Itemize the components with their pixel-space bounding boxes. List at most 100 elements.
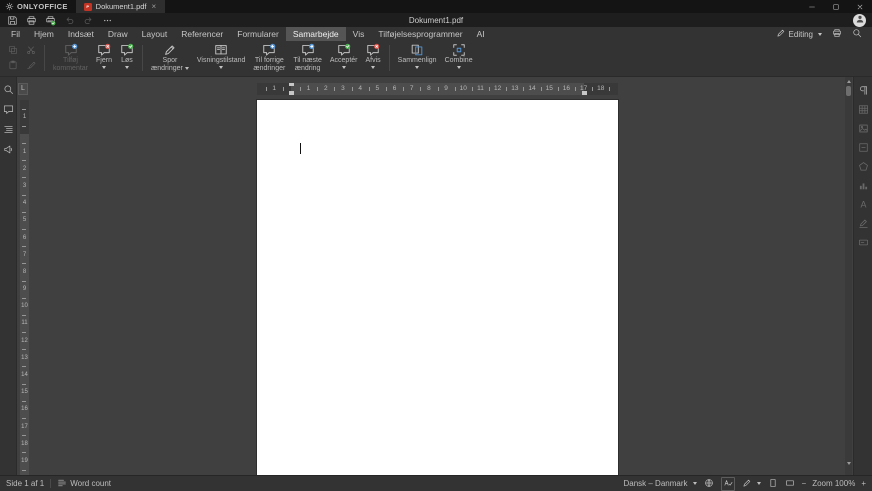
tab-tilf-jelsesprogrammer[interactable]: Tilføjelsesprogrammer (371, 27, 469, 41)
ruler-number: 12 (494, 85, 501, 93)
zoom-out-button[interactable]: − (802, 479, 807, 488)
fit-page-button[interactable] (768, 478, 778, 490)
more-button[interactable] (101, 14, 114, 26)
fit-width-button[interactable] (785, 478, 795, 490)
reject-change-button[interactable]: Afvis (361, 41, 384, 74)
ruler-tick (592, 87, 593, 91)
app-brand[interactable]: ONLYOFFICE (0, 0, 76, 13)
compare-group: SammenlignCombine (394, 42, 477, 73)
document-page[interactable] (257, 100, 618, 475)
resolve-comment-button[interactable]: Løs (116, 41, 138, 74)
ruler-tick (334, 87, 335, 91)
previous-change-button[interactable]: Til forrigeændringer (249, 41, 289, 74)
next-change-button[interactable]: Til næsteændring (289, 41, 326, 74)
panel-headings-button[interactable] (2, 123, 15, 136)
header-footer-settings-button[interactable] (856, 141, 870, 153)
minimize-button[interactable] (800, 0, 824, 13)
scroll-down-button[interactable] (845, 459, 852, 467)
compare-button[interactable]: Sammenlign (394, 41, 441, 74)
editing-mode-label: Editing (789, 30, 813, 39)
vertical-scrollbar[interactable] (845, 77, 852, 475)
track-changes-label: ændringer (151, 65, 189, 73)
shape-settings-button[interactable] (856, 160, 870, 172)
zoom-level[interactable]: Zoom 100% (812, 479, 855, 488)
image-settings-button[interactable] (856, 122, 870, 134)
status-right: Dansk – Danmark − Zoom 100% + (623, 477, 866, 491)
tab-formularer[interactable]: Formularer (230, 27, 286, 41)
tab-layout[interactable]: Layout (135, 27, 175, 41)
save-button[interactable] (6, 14, 19, 26)
table-settings-button[interactable] (856, 103, 870, 115)
ruler-tick (403, 87, 404, 91)
combine-icon (452, 42, 466, 57)
ruler-tick (22, 418, 26, 419)
fit-page-icon (768, 478, 778, 490)
comment-reject-icon (366, 42, 380, 57)
ruler-number: 9 (20, 286, 29, 292)
signature-settings-button[interactable] (856, 217, 870, 229)
track-changes-icon (163, 42, 177, 57)
track-changes-button[interactable]: Sporændringer (147, 41, 193, 74)
print-button[interactable] (25, 14, 38, 26)
language-selector[interactable]: Dansk – Danmark (623, 479, 696, 488)
indent-marker[interactable] (289, 91, 294, 95)
quick-print-button[interactable] (44, 14, 57, 26)
paragraph-settings-button[interactable] (856, 84, 870, 96)
next-change-label: ændring (295, 65, 321, 73)
window-tab-bar: ONLYOFFICE P Dokument1.pdf × (0, 0, 872, 13)
remove-comment-button[interactable]: Fjern (92, 41, 116, 74)
display-mode-button[interactable]: Visningstilstand (193, 41, 250, 74)
horizontal-ruler[interactable]: 1123456789101112131415161718 (257, 83, 618, 95)
print-button[interactable] (832, 28, 842, 40)
redo-button (82, 14, 95, 26)
track-changes-toggle[interactable] (742, 478, 761, 490)
text-art-settings-button[interactable]: A (856, 198, 870, 210)
chevron-down-icon (693, 482, 697, 485)
close-button[interactable] (848, 0, 872, 13)
chevron-down-icon (457, 66, 461, 69)
scroll-up-button[interactable] (845, 77, 852, 85)
display-mode-label: Visningstilstand (197, 57, 246, 65)
form-settings-button[interactable] (856, 236, 870, 248)
ruler-number: 14 (528, 85, 535, 93)
editing-mode-dropdown[interactable]: Editing (776, 28, 822, 40)
tab-samarbejde[interactable]: Samarbejde (286, 27, 346, 41)
ruler-number: 9 (444, 85, 448, 93)
text-cursor (300, 143, 301, 154)
panel-comments-button[interactable] (2, 103, 15, 116)
tab-ai[interactable]: AI (470, 27, 492, 41)
tab-close-icon[interactable]: × (151, 3, 158, 11)
combine-button[interactable]: Combine (441, 41, 477, 74)
search-button[interactable] (852, 28, 862, 40)
chevron-down-icon (125, 66, 129, 69)
indent-marker[interactable] (582, 91, 587, 95)
scroll-thumb[interactable] (846, 86, 851, 96)
ruler-number: 18 (20, 441, 29, 447)
tab-stop-selector[interactable]: L (18, 83, 28, 95)
document-language-button[interactable] (704, 478, 714, 490)
tab-fil[interactable]: Fil (4, 27, 27, 41)
tab-hjem[interactable]: Hjem (27, 27, 61, 41)
ruler-tick (523, 87, 524, 91)
spellcheck-toggle[interactable] (721, 477, 735, 491)
tab-inds-t[interactable]: Indsæt (61, 27, 101, 41)
tab-vis[interactable]: Vis (346, 27, 372, 41)
accept-change-button[interactable]: Acceptér (326, 41, 362, 74)
cut-button[interactable] (24, 43, 38, 57)
tab-referencer[interactable]: Referencer (174, 27, 230, 41)
panel-search-button[interactable] (2, 83, 15, 96)
paste-button[interactable] (6, 58, 20, 72)
document-tab[interactable]: P Dokument1.pdf × (76, 0, 166, 13)
tab-draw[interactable]: Draw (101, 27, 135, 41)
word-count-button[interactable]: Word count (57, 478, 111, 490)
copy-style-button[interactable] (24, 58, 38, 72)
user-avatar[interactable] (853, 14, 866, 27)
maximize-button[interactable] (824, 0, 848, 13)
copy-button[interactable] (6, 43, 20, 57)
page-number-indicator[interactable]: Side 1 af 1 (6, 479, 44, 488)
zoom-in-button[interactable]: + (861, 479, 866, 488)
indent-marker[interactable] (289, 83, 294, 86)
chart-settings-button[interactable] (856, 179, 870, 191)
panel-feedback-button[interactable] (2, 143, 15, 156)
vertical-ruler[interactable]: 112345678910111213141516171819 (20, 100, 29, 475)
